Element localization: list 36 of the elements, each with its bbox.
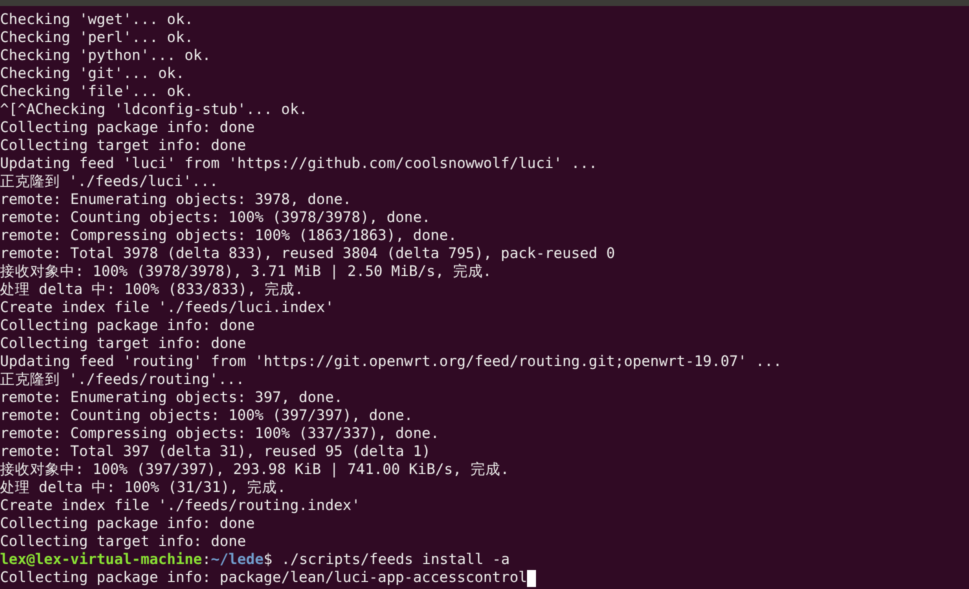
output-line: 处理 delta 中: 100% (31/31), 完成. — [0, 479, 286, 497]
output-line: 处理 delta 中: 100% (833/833), 完成. — [0, 281, 304, 299]
output-line: Collecting package info: done — [0, 119, 255, 137]
output-line: ^[^AChecking 'ldconfig-stub'... ok. — [0, 101, 308, 119]
output-line: Collecting package info: done — [0, 317, 255, 335]
output-line: Create index file './feeds/luci.index' — [0, 299, 334, 317]
output-line: Collecting target info: done — [0, 137, 246, 155]
output-line: Checking 'git'... ok. — [0, 65, 185, 83]
output-line: Collecting package info: done — [0, 515, 255, 533]
output-line: Updating feed 'routing' from 'https://git.openwrt.org/feed/routing.git;openwrt-19.07' ... — [0, 353, 782, 371]
prompt-separator: : — [202, 551, 211, 569]
output-line: remote: Total 397 (delta 31), reused 95 (delta 1) — [0, 443, 431, 461]
prompt-path: ~/lede — [210, 551, 264, 569]
output-line: remote: Counting objects: 100% (397/397), done. — [0, 407, 413, 425]
output-line: Checking 'perl'... ok. — [0, 29, 194, 47]
output-line: 接收对象中: 100% (3978/3978), 3.71 MiB | 2.50 MiB/s, 完成. — [0, 263, 492, 281]
output-line: remote: Enumerating objects: 3978, done. — [0, 191, 352, 209]
prompt-symbol: $ — [264, 551, 272, 569]
output-line: remote: Total 3978 (delta 833), reused 3804 (delta 795), pack-reused 0 — [0, 245, 616, 263]
output-line: remote: Compressing objects: 100% (1863/1863), done. — [0, 227, 457, 245]
output-line: remote: Counting objects: 100% (3978/3978), done. — [0, 209, 431, 227]
output-line: Checking 'wget'... ok. — [0, 11, 194, 29]
output-line: Checking 'python'... ok. — [0, 47, 211, 65]
output-line: Collecting package info: package/lean/luci-app-accesscontrol — [0, 569, 528, 587]
output-line: Checking 'file'... ok. — [0, 83, 194, 101]
output-line: Collecting target info: done — [0, 533, 246, 551]
output-line: 正克隆到 './feeds/luci'... — [0, 173, 218, 191]
output-line: 接收对象中: 100% (397/397), 293.98 KiB | 741.00 KiB/s, 完成. — [0, 461, 510, 479]
command-text: ./scripts/feeds install -a — [281, 551, 510, 569]
output-line: remote: Compressing objects: 100% (337/337), done. — [0, 425, 440, 443]
output-line: Collecting target info: done — [0, 335, 246, 353]
output-line: remote: Enumerating objects: 397, done. — [0, 389, 343, 407]
output-line: Create index file './feeds/routing.index' — [0, 497, 360, 515]
prompt-user-host: lex@lex-virtual-machine — [0, 551, 202, 569]
output-line: 正克隆到 './feeds/routing'... — [0, 371, 245, 389]
output-line: Updating feed 'luci' from 'https://github.com/coolsnowwolf/luci' ... — [0, 155, 598, 173]
